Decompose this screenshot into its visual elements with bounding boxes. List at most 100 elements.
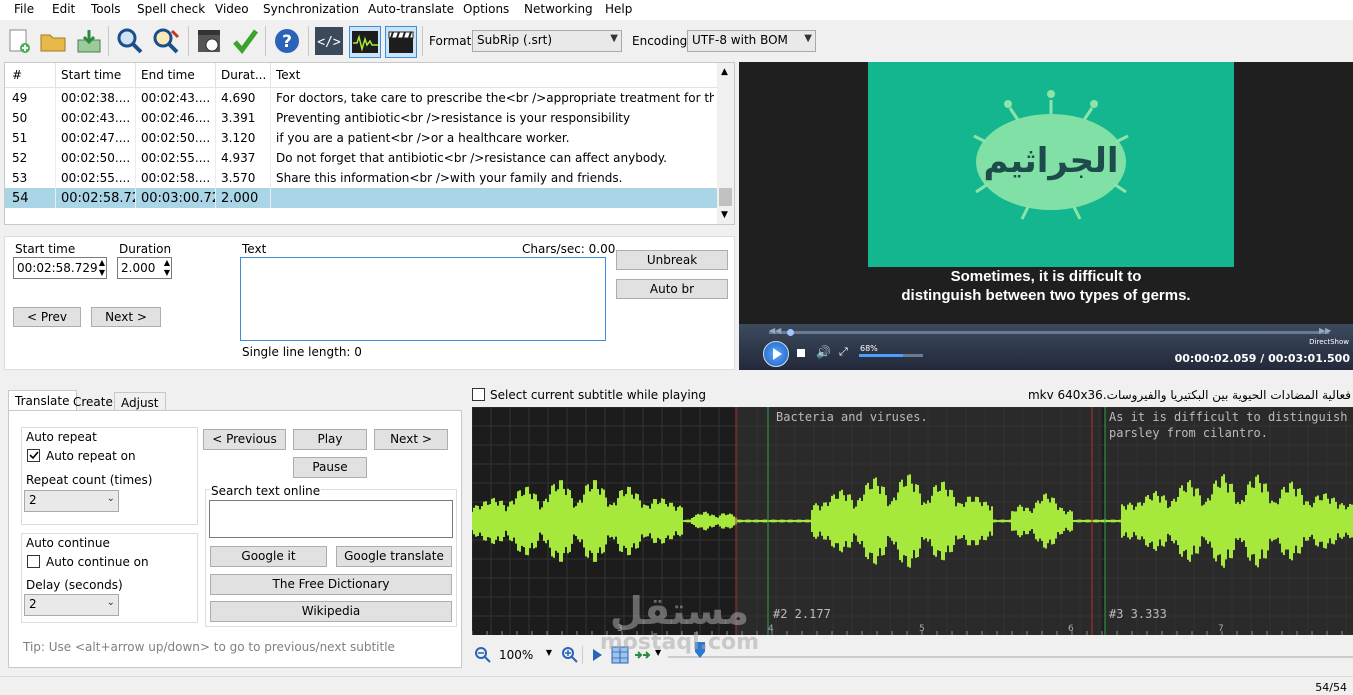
table-row[interactable]: 50 00:02:43.... 00:02:46.... 3.391 Preventin…: [5, 108, 717, 128]
repeat-count-dropdown[interactable]: 2 ⌄: [24, 490, 119, 512]
tab-adjust[interactable]: Adjust: [114, 392, 166, 412]
pause-button[interactable]: Pause: [293, 457, 367, 478]
next-button[interactable]: Next >: [91, 307, 161, 327]
play-translate-button[interactable]: Play: [293, 429, 367, 450]
forward-icon[interactable]: ▶▶: [1319, 326, 1331, 335]
volume-slider[interactable]: [859, 354, 923, 357]
table-row[interactable]: 52 00:02:50.... 00:02:55.... 4.937 Do not fo…: [5, 148, 717, 168]
tab-create[interactable]: Create: [67, 392, 119, 412]
waveform-slider-track[interactable]: [668, 656, 1353, 658]
auto-br-button[interactable]: Auto br: [616, 279, 728, 299]
open-folder-icon[interactable]: [38, 26, 68, 56]
google-it-button[interactable]: Google it: [210, 546, 327, 567]
rewind-icon[interactable]: ◀◀: [769, 326, 781, 335]
table-row[interactable]: 54 00:02:58.72 00:03:00.72 2.000: [5, 188, 717, 208]
zoom-dropdown[interactable]: 100% ▼: [496, 646, 554, 666]
column-text[interactable]: Text: [276, 68, 300, 82]
free-dictionary-button[interactable]: The Free Dictionary: [210, 574, 452, 595]
menu-file[interactable]: File: [14, 2, 34, 16]
seek-bar[interactable]: [769, 331, 1329, 334]
zoom-out-icon[interactable]: [474, 646, 492, 664]
scroll-down-icon[interactable]: ▼: [721, 210, 728, 220]
column-end-time[interactable]: End time: [141, 68, 195, 82]
chevron-down-icon: ▼: [545, 648, 552, 657]
menu-auto-translate[interactable]: Auto-translate: [368, 2, 454, 16]
table-row[interactable]: 51 00:02:47.... 00:02:50.... 3.120 if you ar…: [5, 128, 717, 148]
visual-sync-icon[interactable]: [194, 26, 224, 56]
menu-spell-check[interactable]: Spell check: [137, 2, 205, 16]
scroll-up-icon[interactable]: ▲: [721, 67, 728, 77]
column-start-time[interactable]: Start time: [61, 68, 121, 82]
table-row[interactable]: 53 00:02:55.... 00:02:58.... 3.570 Share thi…: [5, 168, 717, 188]
unbreak-button[interactable]: Unbreak: [616, 250, 728, 270]
delay-dropdown[interactable]: 2 ⌄: [24, 594, 119, 616]
column-divider: [135, 128, 136, 148]
column-divider: [270, 128, 271, 148]
spinner-icon[interactable]: ▲ ▼: [99, 258, 105, 278]
prev-button[interactable]: < Prev: [13, 307, 81, 327]
table-row[interactable]: 49 00:02:38.... 00:02:43.... 4.690 For docto…: [5, 88, 717, 108]
auto-continue-checkbox[interactable]: [27, 555, 40, 568]
volume-fill: [859, 354, 903, 357]
encoding-dropdown[interactable]: UTF-8 with BOM ▼: [687, 30, 816, 52]
menu-options[interactable]: Options: [463, 2, 509, 16]
zoom-in-icon[interactable]: [561, 646, 579, 664]
grid-scrollbar[interactable]: ▲ ▼: [717, 63, 734, 224]
subtitle-grid[interactable]: # Start time End time Durat... Text 49 00…: [4, 62, 735, 225]
new-file-icon[interactable]: [4, 26, 34, 56]
germ-title-graphic: الجراثيم: [973, 90, 1129, 220]
auto-repeat-group: Auto repeat Auto repeat on Repeat count …: [21, 427, 198, 525]
spinner-icon[interactable]: ▲ ▼: [164, 258, 170, 278]
stop-icon[interactable]: [797, 349, 805, 357]
next-translate-button[interactable]: Next >: [374, 429, 448, 450]
waveform-subtitle-3-line-2: parsley from cilantro.: [1109, 426, 1268, 440]
duration-input[interactable]: 2.000 ▲ ▼: [117, 257, 172, 279]
waveform-toggle-icon[interactable]: [349, 26, 381, 58]
help-icon[interactable]: ?: [272, 26, 302, 56]
scrollbar-thumb[interactable]: [719, 188, 732, 206]
start-time-input[interactable]: 00:02:58.729 ▲ ▼: [13, 257, 107, 279]
column-divider: [215, 148, 216, 168]
subtitle-text-area[interactable]: [240, 257, 606, 341]
replace-icon[interactable]: [151, 26, 181, 56]
save-icon[interactable]: [74, 26, 104, 56]
svg-text:</>: </>: [317, 35, 341, 50]
previous-button[interactable]: < Previous: [203, 429, 286, 450]
auto-repeat-checkbox[interactable]: [27, 449, 40, 462]
menu-networking[interactable]: Networking: [524, 2, 593, 16]
column-duration[interactable]: Durat...: [221, 68, 266, 82]
search-online-title: Search text online: [210, 484, 322, 498]
auto-continue-title: Auto continue: [26, 536, 110, 550]
menu-video[interactable]: Video: [215, 2, 249, 16]
source-view-icon[interactable]: </>: [314, 26, 344, 56]
play-button[interactable]: [763, 341, 789, 367]
auto-repeat-title: Auto repeat: [26, 430, 97, 444]
cell-dur: 2.000: [221, 191, 259, 206]
select-current-checkbox[interactable]: [472, 388, 485, 401]
menu-help[interactable]: Help: [605, 2, 632, 16]
cell-num: 50: [12, 111, 28, 125]
column-divider: [270, 168, 271, 188]
menu-edit[interactable]: Edit: [52, 2, 75, 16]
search-text-input[interactable]: [209, 500, 453, 538]
find-icon[interactable]: [115, 26, 145, 56]
column-number[interactable]: #: [12, 68, 22, 82]
format-dropdown[interactable]: SubRip (.srt) ▼: [472, 30, 622, 52]
delay-label: Delay (seconds): [26, 578, 123, 592]
column-divider: [270, 63, 271, 87]
cell-text: if you are a patient<br />or a healthcar…: [276, 131, 570, 145]
seek-handle[interactable]: [787, 329, 794, 336]
column-divider: [215, 63, 216, 87]
video-subtitle: Sometimes, it is difficult to distinguis…: [739, 267, 1353, 305]
wikipedia-button[interactable]: Wikipedia: [210, 601, 452, 622]
watermark-url: mostaql.com: [599, 630, 760, 655]
video-toggle-icon[interactable]: [385, 26, 417, 58]
video-player[interactable]: الجراثيم Sometimes, it is difficult to d…: [739, 62, 1353, 370]
google-translate-button[interactable]: Google translate: [336, 546, 452, 567]
tick-label: 5: [919, 624, 925, 634]
volume-icon[interactable]: 🔊: [816, 345, 831, 359]
menu-synchronization[interactable]: Synchronization: [263, 2, 359, 16]
fullscreen-icon[interactable]: ⤢: [839, 345, 848, 359]
menu-tools[interactable]: Tools: [91, 2, 121, 16]
spell-check-icon[interactable]: [230, 26, 260, 56]
